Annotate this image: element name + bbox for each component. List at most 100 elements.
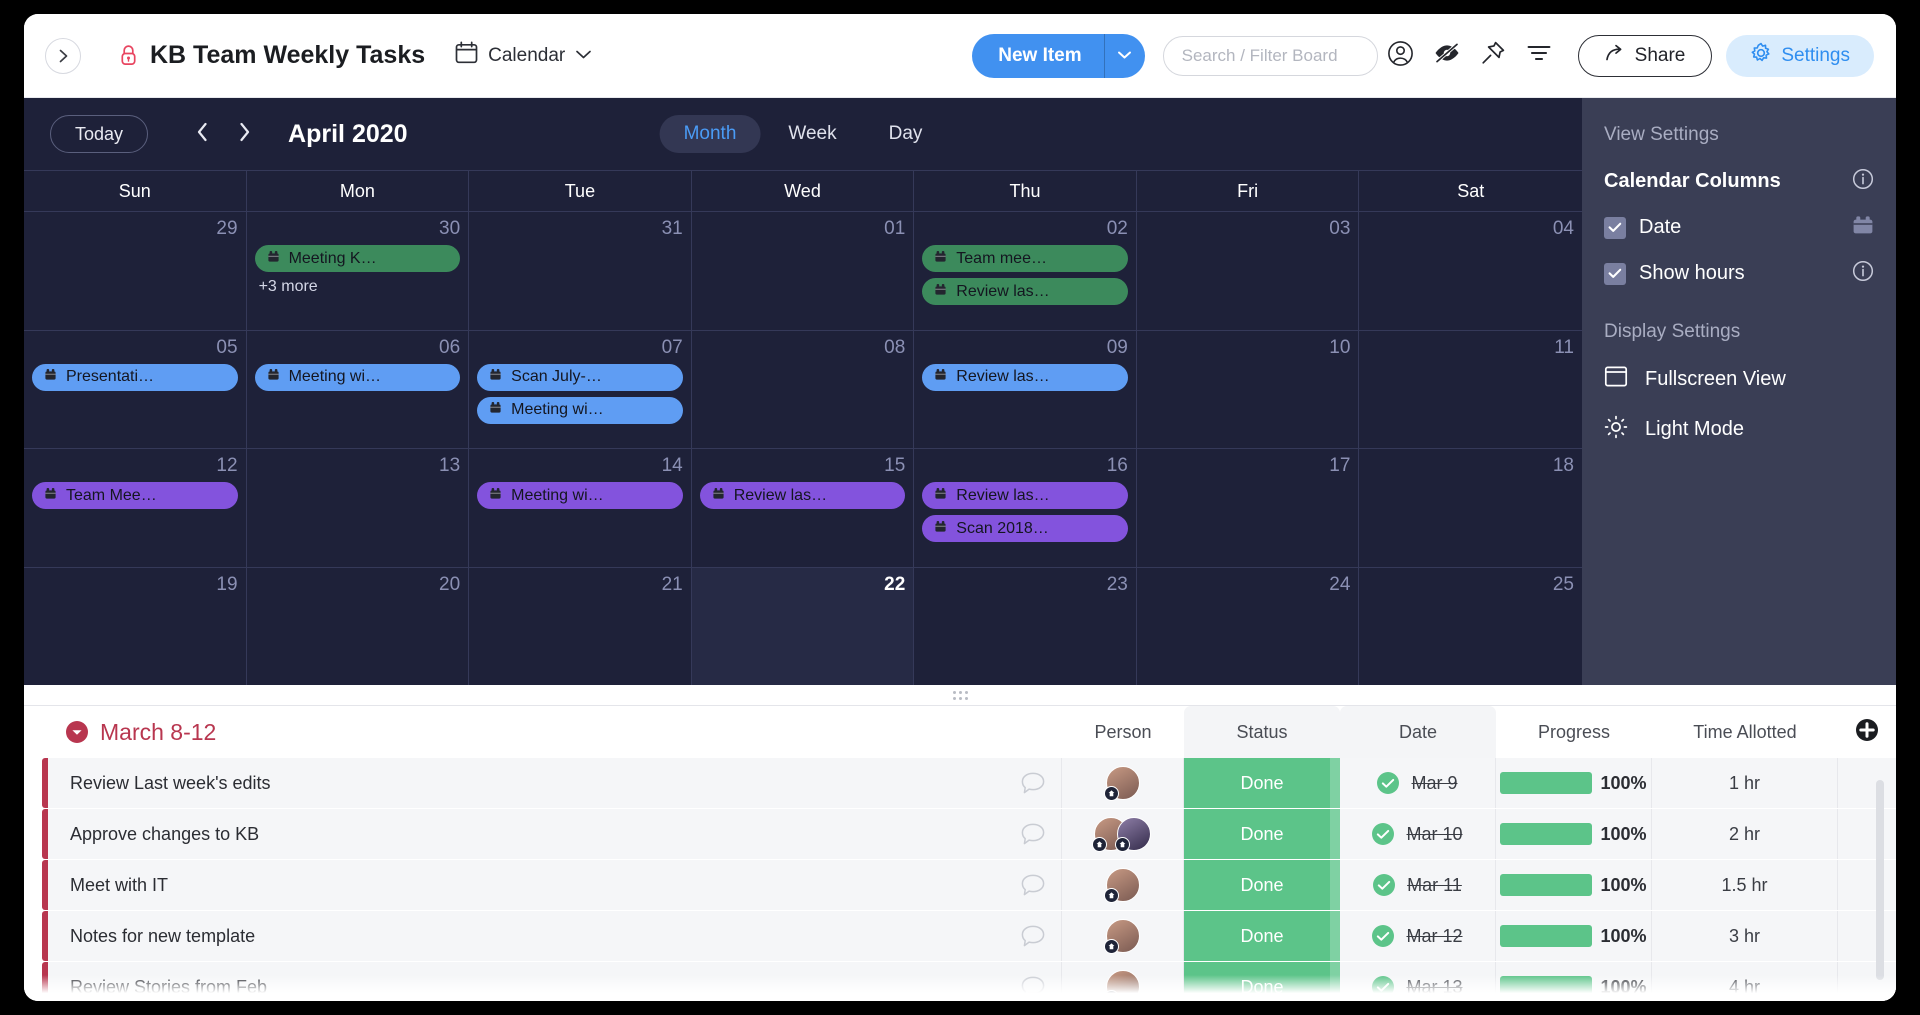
calendar-day-cell[interactable]: 06 Meeting wi… <box>247 330 470 448</box>
calendar-day-cell[interactable]: 15 Review las… <box>692 449 915 567</box>
column-header-time-allotted[interactable]: Time Allotted <box>1652 722 1838 743</box>
avatar[interactable] <box>1103 766 1140 801</box>
calendar-day-cell[interactable]: 08 <box>692 330 915 448</box>
date-cell[interactable]: Mar 9 <box>1340 758 1496 808</box>
time-allotted-cell[interactable]: 4 hr <box>1652 962 1838 1001</box>
status-badge[interactable]: Done <box>1184 860 1340 910</box>
status-badge[interactable]: Done <box>1184 962 1340 1001</box>
date-cell[interactable]: Mar 10 <box>1340 809 1496 859</box>
calendar-event-chip[interactable]: Review las… <box>699 482 906 509</box>
calendar-day-cell[interactable]: 03 <box>1137 212 1360 330</box>
caret-down-icon[interactable] <box>66 721 88 743</box>
comment-icon[interactable] <box>1005 975 1061 1000</box>
calendar-event-chip[interactable]: Scan 2018… <box>922 515 1128 542</box>
share-button[interactable]: Share <box>1577 34 1713 77</box>
calendar-event-chip[interactable]: Review las… <box>922 363 1128 391</box>
calendar-event-chip[interactable]: Team mee… <box>922 245 1128 272</box>
search-box[interactable] <box>1162 35 1378 76</box>
calendar-day-cell[interactable]: 21 <box>469 567 692 685</box>
pin-icon-button[interactable] <box>1470 33 1516 79</box>
calendar-day-cell[interactable]: 09 Review las… <box>914 330 1137 448</box>
calendar-day-cell[interactable]: 14 Meeting wi… <box>469 449 692 567</box>
checkbox-checked-icon[interactable] <box>1604 216 1626 239</box>
tab-day[interactable]: Day <box>865 115 947 153</box>
progress-cell[interactable]: 100% <box>1496 758 1652 808</box>
view-switcher[interactable]: Calendar <box>455 41 592 70</box>
checkbox-show-hours[interactable]: Show hours <box>1604 260 1874 287</box>
info-icon[interactable] <box>1852 168 1874 195</box>
table-row[interactable]: Review Last week's edits Done Mar 9 100% 1 h… <box>42 758 1896 808</box>
resize-handle[interactable] <box>24 685 1896 705</box>
sidebar-collapse-button[interactable] <box>45 37 81 74</box>
add-column-button[interactable] <box>1838 718 1896 747</box>
calendar-day-cell[interactable]: 23 <box>914 567 1137 685</box>
calendar-day-cell[interactable]: 04 <box>1359 212 1582 330</box>
calendar-event-chip[interactable]: Meeting wi… <box>254 363 461 391</box>
progress-cell[interactable]: 100% <box>1496 962 1652 1001</box>
calendar-day-cell[interactable]: 30 Meeting K… +3 more <box>247 212 470 330</box>
time-allotted-cell[interactable]: 3 hr <box>1652 911 1838 961</box>
next-month-button[interactable] <box>226 116 262 152</box>
settings-button[interactable]: Settings <box>1726 34 1874 77</box>
new-item-button-group[interactable]: New Item <box>972 33 1145 78</box>
progress-cell[interactable]: 100% <box>1496 911 1652 961</box>
table-row[interactable]: Review Stories from Feb Done Mar 13 100% 4 h… <box>42 962 1896 1001</box>
person-cell[interactable] <box>1062 860 1184 910</box>
calendar-day-cell[interactable]: 18 <box>1359 449 1582 567</box>
calendar-day-cell[interactable]: 05 Presentati… <box>24 330 247 448</box>
table-row[interactable]: Meet with IT Done Mar 11 100% 1.5 hr <box>42 860 1896 910</box>
status-badge[interactable]: Done <box>1184 911 1340 961</box>
avatar[interactable] <box>1103 970 1140 1001</box>
new-item-button[interactable]: New Item <box>972 34 1103 78</box>
today-button[interactable]: Today <box>50 115 149 153</box>
comment-icon[interactable] <box>1005 822 1061 847</box>
checkbox-date[interactable]: Date <box>1604 215 1874 240</box>
calendar-day-cell[interactable]: 11 <box>1359 331 1582 449</box>
time-allotted-cell[interactable]: 1.5 hr <box>1652 860 1838 910</box>
calendar-event-chip[interactable]: Presentati… <box>32 363 238 391</box>
more-events-link[interactable]: +3 more <box>259 278 461 296</box>
column-header-progress[interactable]: Progress <box>1496 722 1652 743</box>
table-row[interactable]: Approve changes to KB Done Mar 10 100% 2 hr <box>42 809 1896 859</box>
calendar-day-cell[interactable]: 24 <box>1137 567 1360 685</box>
search-input[interactable] <box>1181 45 1359 66</box>
calendar-event-chip[interactable]: Meeting wi… <box>477 482 683 509</box>
tab-week[interactable]: Week <box>764 115 860 153</box>
calendar-day-cell[interactable]: 16 Review las… Scan 2018… <box>914 449 1137 567</box>
task-name-cell[interactable]: Approve changes to KB <box>48 809 1062 859</box>
progress-cell[interactable]: 100% <box>1496 809 1652 859</box>
avatar[interactable] <box>1115 817 1151 852</box>
calendar-event-chip[interactable]: Scan July-… <box>477 363 683 391</box>
calendar-day-cell[interactable]: 10 <box>1137 330 1360 448</box>
info-icon[interactable] <box>1852 260 1874 287</box>
status-badge[interactable]: Done <box>1184 758 1340 808</box>
person-cell[interactable] <box>1062 809 1184 859</box>
task-name-cell[interactable]: Review Stories from Feb <box>48 962 1062 1001</box>
progress-cell[interactable]: 100% <box>1496 860 1652 910</box>
avatar[interactable] <box>1103 919 1140 954</box>
calendar-event-chip[interactable]: Team Mee… <box>32 482 238 509</box>
tab-month[interactable]: Month <box>659 115 761 153</box>
time-allotted-cell[interactable]: 1 hr <box>1652 758 1838 808</box>
previous-month-button[interactable] <box>184 116 220 152</box>
column-header-date[interactable]: Date <box>1340 706 1496 758</box>
filter-icon-button[interactable] <box>1516 33 1562 79</box>
vertical-scrollbar[interactable] <box>1876 780 1884 980</box>
person-cell[interactable] <box>1062 758 1184 808</box>
calendar-day-cell[interactable]: 07 Scan July-… Meeting wi… <box>469 330 692 448</box>
calendar-event-chip[interactable]: Review las… <box>922 482 1128 509</box>
task-name-cell[interactable]: Notes for new template <box>48 911 1062 961</box>
person-cell[interactable] <box>1062 911 1184 961</box>
calendar-day-cell[interactable]: 29 <box>24 212 247 330</box>
task-name-cell[interactable]: Review Last week's edits <box>48 758 1062 808</box>
calendar-day-cell[interactable]: 12 Team Mee… <box>24 449 247 567</box>
calendar-day-cell[interactable]: 22 <box>691 567 915 685</box>
table-row[interactable]: Notes for new template Done Mar 12 100% 3 hr <box>42 911 1896 961</box>
person-icon-button[interactable] <box>1378 33 1424 79</box>
calendar-day-cell[interactable]: 17 <box>1137 449 1360 567</box>
person-cell[interactable] <box>1062 962 1184 1001</box>
calendar-day-cell[interactable]: 02 Team mee… Review las… <box>914 212 1137 330</box>
calendar-event-chip[interactable]: Review las… <box>922 278 1128 305</box>
time-allotted-cell[interactable]: 2 hr <box>1652 809 1838 859</box>
calendar-day-cell[interactable]: 20 <box>247 567 470 685</box>
